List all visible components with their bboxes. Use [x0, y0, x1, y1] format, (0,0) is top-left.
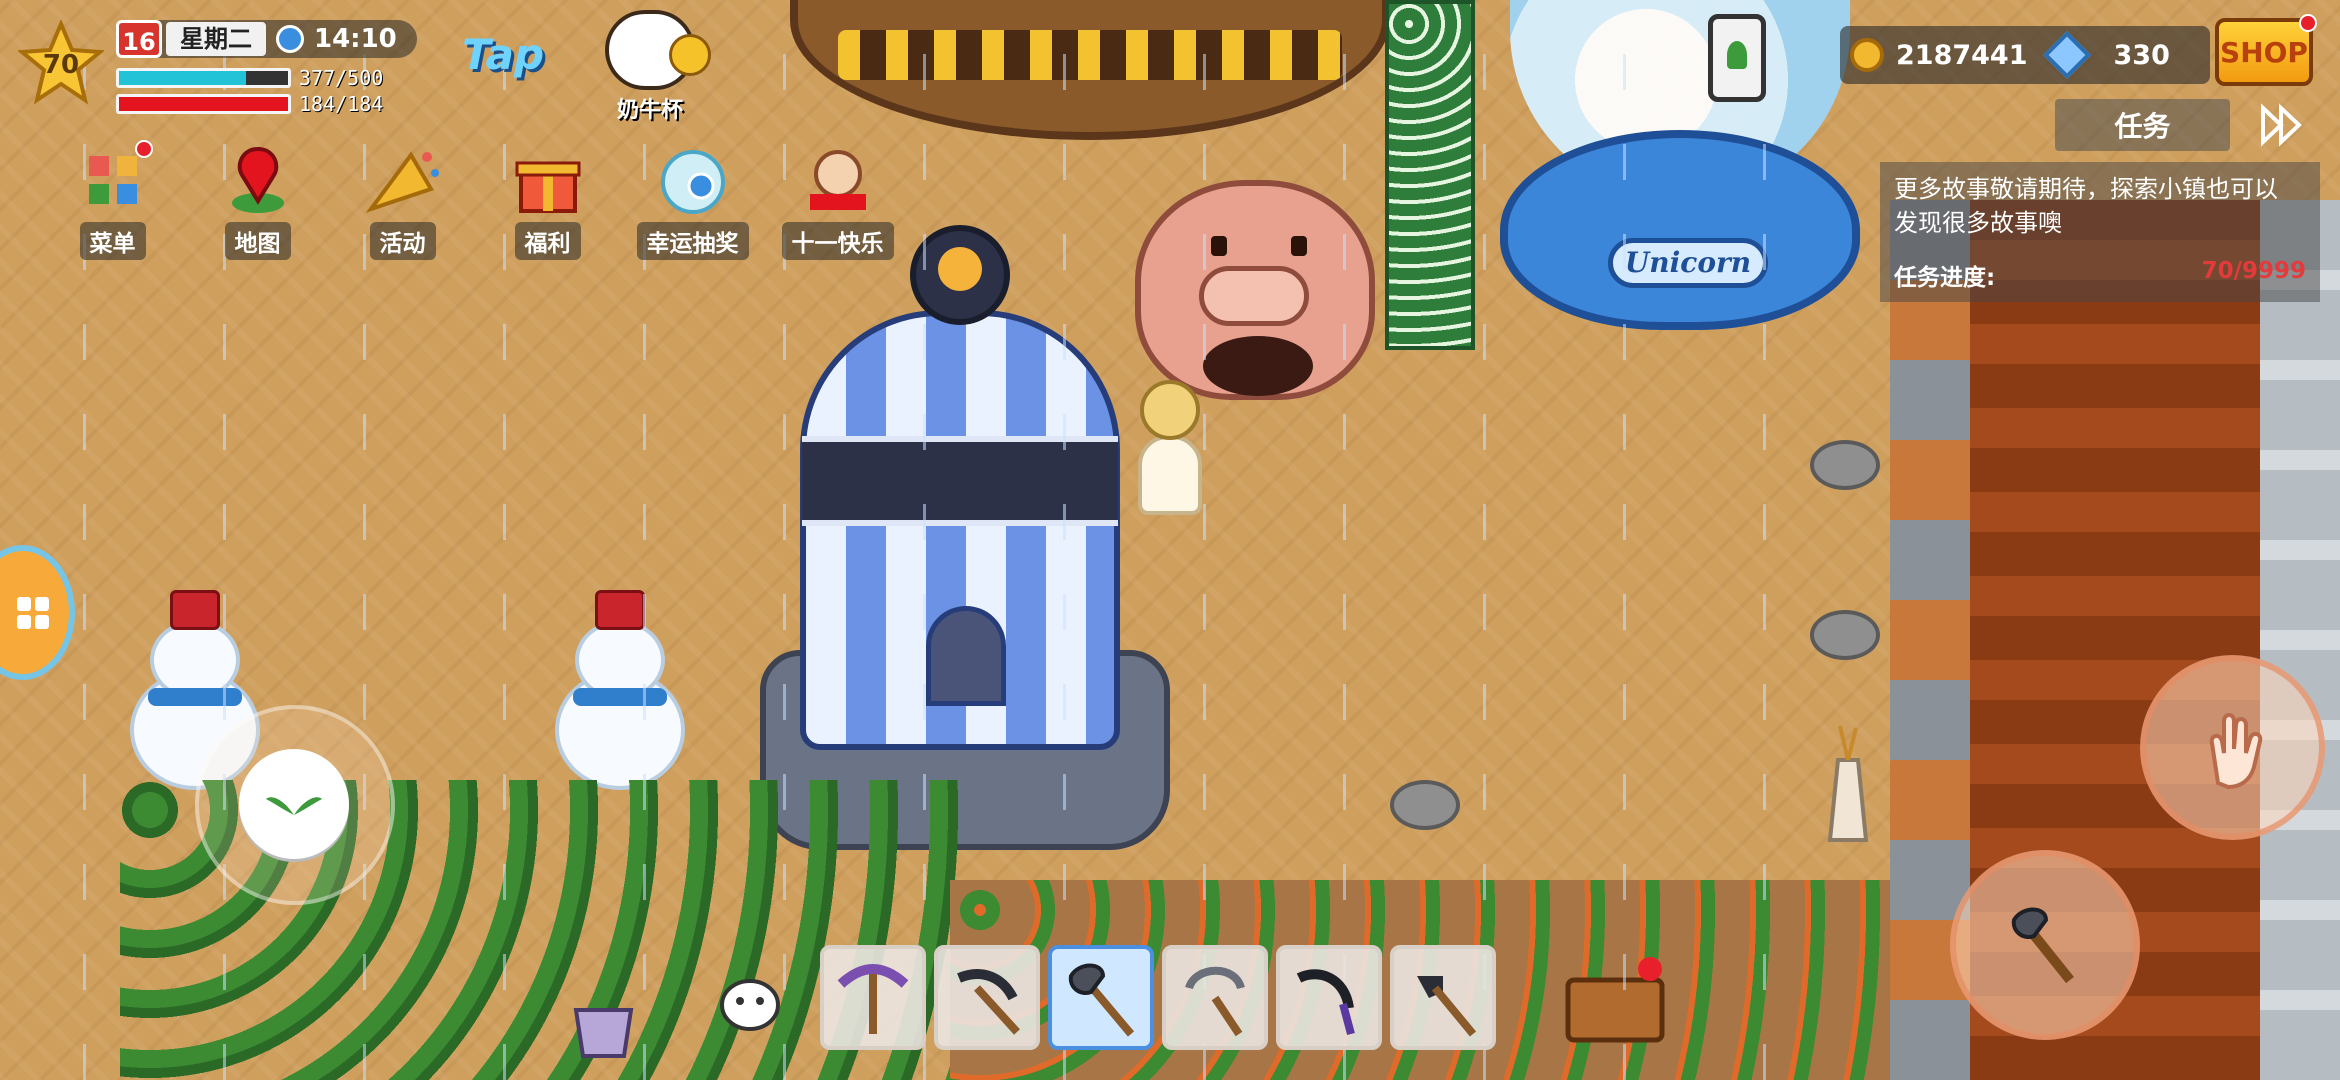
national-day-icon — [798, 140, 878, 220]
coin-icon — [1850, 38, 1884, 72]
menu-badge — [134, 140, 153, 158]
phone-card-icon[interactable] — [1708, 14, 1766, 102]
gem-count: 330 — [2113, 39, 2170, 71]
globe-plate: Unicorn — [1608, 238, 1768, 288]
rock[interactable] — [1810, 610, 1880, 660]
lucky-draw-label: 幸运抽奖 — [636, 222, 749, 260]
carousel-building — [790, 0, 1390, 140]
movement-joystick[interactable] — [195, 705, 395, 905]
joystick-knob[interactable] — [239, 749, 349, 859]
cow-cup-event[interactable]: 奶牛杯 — [590, 10, 711, 123]
menu-button[interactable]: 菜单 — [40, 140, 185, 260]
map-button[interactable]: 地图 — [185, 140, 330, 260]
player-character[interactable] — [1130, 380, 1210, 530]
menu-label: 菜单 — [79, 222, 146, 260]
grid-menu-icon — [73, 140, 153, 220]
pickaxe-purple-icon — [837, 963, 909, 1034]
weekday: 星期二 — [166, 22, 266, 56]
leaf-icon — [266, 797, 322, 815]
energy-text: 377/500 — [299, 66, 384, 90]
task-progress-label: 任务进度: — [1894, 265, 1996, 291]
cow-trophy-icon — [605, 10, 711, 90]
game-time: 14:10 — [314, 24, 397, 54]
lucky-draw-button[interactable]: 幸运抽奖 — [620, 140, 765, 260]
health-text: 184/184 — [299, 92, 384, 116]
hotbar-slot-pickaxe-purple[interactable] — [820, 945, 926, 1050]
hotbar-slot-hoe[interactable] — [1390, 945, 1496, 1050]
events-label: 活动 — [369, 222, 436, 260]
hand-icon — [2209, 712, 2262, 789]
axe-icon — [2011, 907, 2074, 984]
sickle-icon — [1185, 966, 1245, 1036]
pickaxe-dark-icon — [957, 968, 1020, 1035]
cow-cup-label: 奶牛杯 — [616, 98, 683, 123]
use-tool-axe-button[interactable] — [1950, 850, 2140, 1040]
lighthouse[interactable] — [800, 310, 1120, 750]
welfare-label: 福利 — [514, 222, 581, 260]
hotbar-slot-axe[interactable] — [1048, 945, 1154, 1050]
health-bar — [116, 94, 291, 114]
task-title: 任务 — [2114, 110, 2171, 143]
welfare-button[interactable]: 福利 — [475, 140, 620, 260]
lucky-draw-icon — [653, 140, 733, 220]
status-bars: 377/500 184/184 — [116, 66, 406, 118]
interact-hand-button[interactable] — [2140, 655, 2325, 840]
small-cow[interactable] — [715, 965, 785, 1035]
axe-icon — [1068, 963, 1135, 1037]
flower-hedge — [1385, 0, 1475, 350]
treasure-chest[interactable] — [1560, 955, 1670, 1045]
tap-logo[interactable]: Tap — [462, 30, 562, 90]
day-number: 16 — [122, 28, 156, 56]
lighthouse-lamp — [910, 225, 1010, 325]
shop-button[interactable]: SHOP — [2215, 14, 2317, 86]
task-title-button[interactable]: 任务 — [2055, 99, 2230, 151]
clock-icon — [276, 25, 304, 53]
gift-icon — [508, 140, 588, 220]
shop-badge — [2299, 14, 2317, 32]
unicorn-snow-globe[interactable]: Unicorn — [1500, 130, 1860, 330]
rock[interactable] — [1390, 780, 1460, 830]
player-level: 70 — [42, 50, 80, 80]
coin-count: 2187441 — [1896, 39, 2028, 71]
pig-house[interactable] — [1135, 180, 1375, 400]
hotbar-slot-scythe[interactable] — [1276, 945, 1382, 1050]
hoe-icon — [1417, 975, 1477, 1037]
task-panel: 任务 更多故事敬请期待，探索小镇也可以发现很多故事噢 任务进度: 70/9999 — [1880, 96, 2320, 302]
date-time-bar: 16 星期二 14:10 — [116, 20, 417, 58]
currency-bar: 2187441 330 — [1840, 26, 2210, 84]
shop-label: SHOP — [2220, 35, 2308, 69]
paint-bucket[interactable] — [566, 990, 641, 1060]
scythe-icon — [1296, 968, 1355, 1035]
tap-logo-text: Tap — [462, 30, 545, 79]
hotbar-slot-pickaxe-dark[interactable] — [934, 945, 1040, 1050]
snowman[interactable] — [555, 590, 685, 790]
task-description: 更多故事敬请期待，探索小镇也可以发现很多故事噢 — [1894, 175, 2278, 237]
main-menu-row: 菜单 地图 活动 福利 幸运抽奖 十一快乐 — [40, 140, 910, 260]
hotbar-slot-sickle[interactable] — [1162, 945, 1268, 1050]
tool-hotbar — [820, 945, 1496, 1050]
collapse-arrow-icon[interactable] — [2252, 97, 2308, 153]
task-body[interactable]: 更多故事敬请期待，探索小镇也可以发现很多故事噢 任务进度: 70/9999 — [1880, 162, 2320, 302]
party-horn-icon — [363, 140, 443, 220]
calendar-icon: 16 — [116, 20, 162, 58]
map-pin-icon — [218, 140, 298, 220]
events-button[interactable]: 活动 — [330, 140, 475, 260]
national-day-label: 十一快乐 — [781, 222, 894, 260]
task-progress-value: 70/9999 — [2201, 258, 2306, 284]
rock[interactable] — [1810, 440, 1880, 490]
energy-bar — [116, 68, 291, 88]
diamond-icon — [2042, 30, 2091, 80]
side-grid-icon — [17, 596, 49, 629]
level-badge[interactable]: 70 — [16, 18, 106, 106]
vase[interactable] — [1818, 720, 1878, 850]
national-day-button[interactable]: 十一快乐 — [765, 140, 910, 260]
map-label: 地图 — [224, 222, 291, 260]
